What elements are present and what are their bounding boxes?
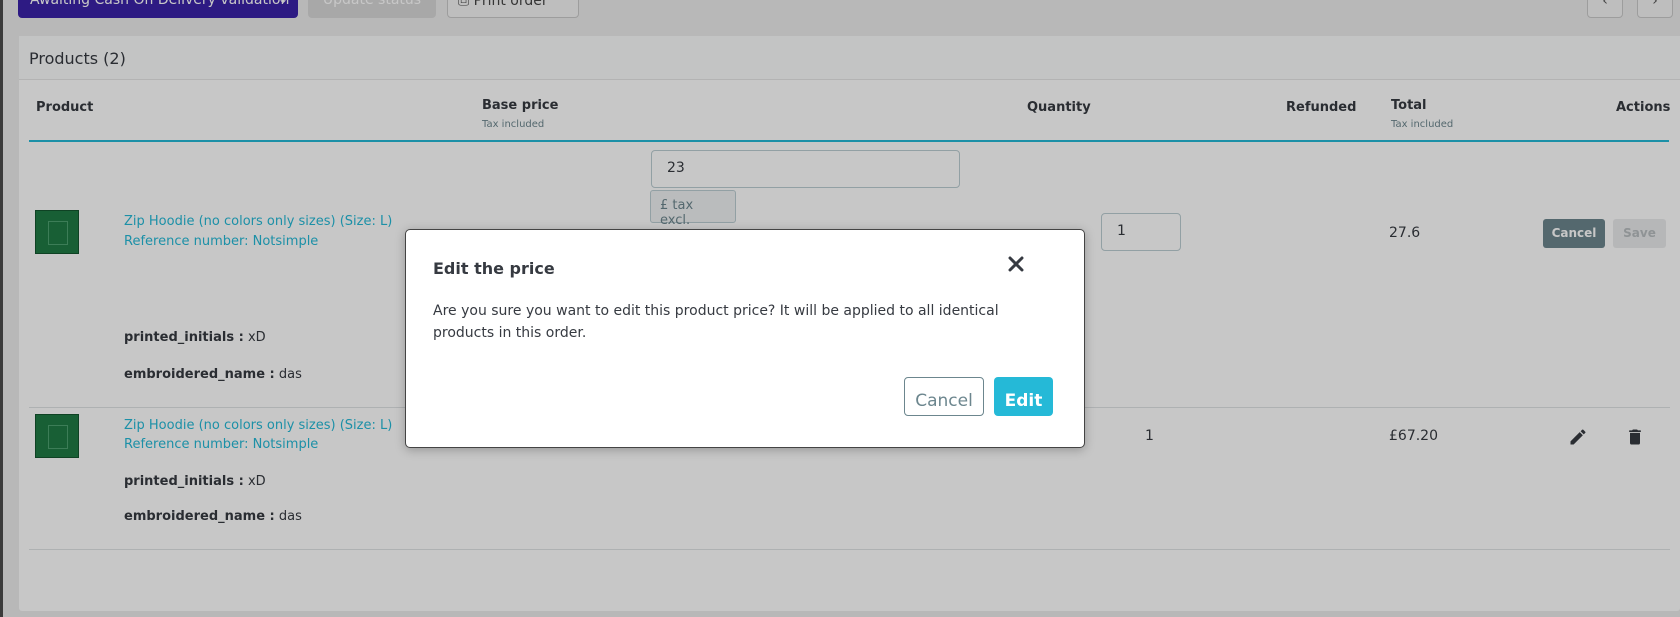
window-edge <box>0 0 3 617</box>
edit-price-modal: Edit the price Are you sure you want to … <box>405 229 1085 448</box>
modal-edit-button[interactable]: Edit <box>994 377 1053 416</box>
modal-cancel-button[interactable]: Cancel <box>904 377 984 416</box>
close-icon[interactable] <box>1004 252 1028 276</box>
modal-message: Are you sure you want to edit this produ… <box>433 303 999 341</box>
modal-title: Edit the price <box>433 259 555 278</box>
